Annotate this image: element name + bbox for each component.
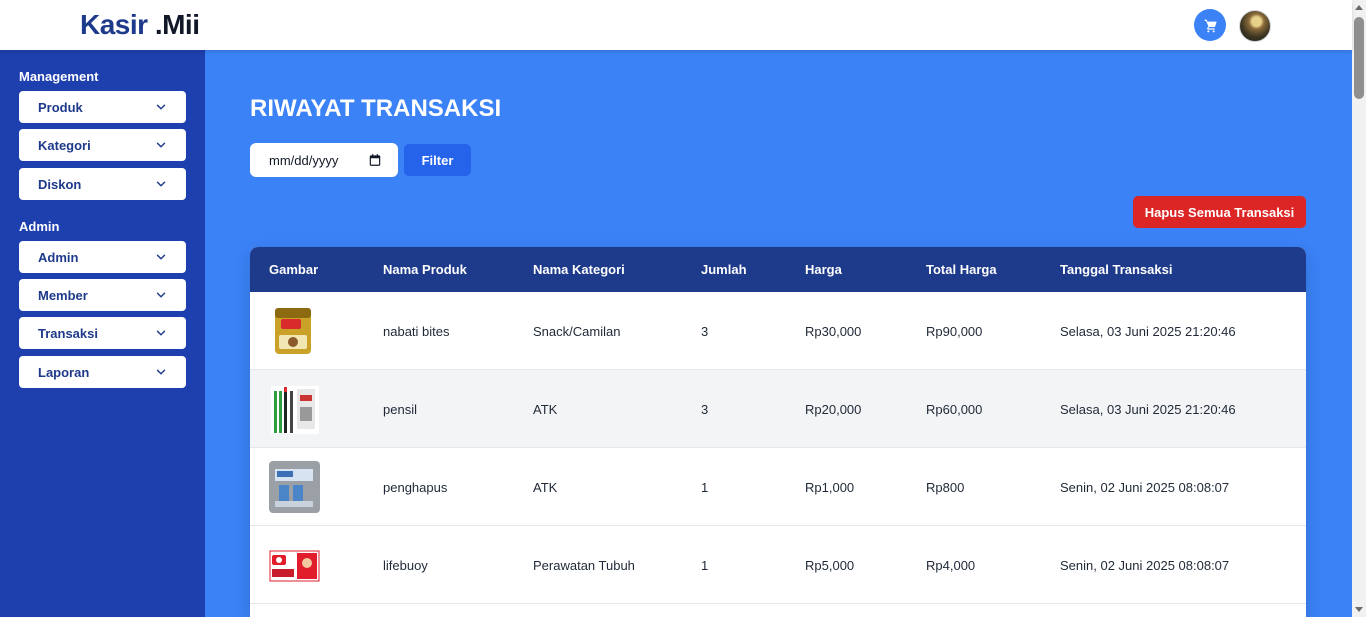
- cell-kategori: ATK: [533, 480, 558, 495]
- sidebar-item-produk[interactable]: Produk: [19, 91, 186, 123]
- date-filter-input[interactable]: mm/dd/yyyy: [250, 143, 398, 177]
- column-header-nama-kategori: Nama Kategori: [533, 262, 625, 277]
- app-logo[interactable]: Kasir .Mii: [80, 9, 200, 41]
- cell-total-harga: Rp4,000: [926, 558, 976, 573]
- penghapus-product-image: [269, 461, 320, 513]
- cell-tanggal: Selasa, 03 Juni 2025 21:20:46: [1060, 324, 1236, 339]
- column-header-total-harga: Total Harga: [926, 262, 997, 277]
- user-avatar[interactable]: [1239, 10, 1271, 42]
- sidebar-item-label: Produk: [38, 99, 83, 115]
- column-header-gambar: Gambar: [269, 262, 319, 277]
- transaction-table: Gambar Nama Produk Nama Kategori Jumlah …: [250, 247, 1306, 617]
- sidebar-item-label: Member: [38, 287, 88, 303]
- chevron-down-icon: [156, 292, 166, 298]
- sidebar-item-label: Diskon: [38, 176, 82, 192]
- scroll-down-arrow-icon[interactable]: [1355, 607, 1363, 612]
- pensil-product-image: [271, 386, 319, 434]
- sidebar-item-label: Laporan: [38, 364, 90, 380]
- cell-harga: Rp30,000: [805, 324, 862, 339]
- chevron-down-icon: [156, 254, 166, 260]
- cell-total-harga: Rp90,000: [926, 324, 983, 339]
- page-scrollbar[interactable]: [1352, 0, 1366, 617]
- section-title-admin: Admin: [19, 219, 60, 234]
- sidebar-item-member[interactable]: Member: [19, 279, 186, 311]
- top-header: Kasir .Mii: [0, 0, 1352, 50]
- scroll-up-arrow-icon[interactable]: [1355, 5, 1363, 10]
- scrollbar-thumb[interactable]: [1354, 17, 1364, 99]
- sidebar: Management Produk Kategori Diskon Admin …: [0, 50, 205, 617]
- cell-nama-produk: nabati bites: [383, 324, 450, 339]
- cell-kategori: ATK: [533, 402, 558, 417]
- chevron-down-icon: [156, 104, 166, 110]
- date-placeholder: mm/dd/yyyy: [269, 152, 339, 168]
- table-row: penghapus ATK 1 Rp1,000 Rp800 Senin, 02 …: [250, 448, 1306, 526]
- table-row: lifebuoy Perawatan Tubuh 1 Rp5,000 Rp4,0…: [250, 526, 1306, 604]
- cell-harga: Rp1,000: [805, 480, 855, 495]
- table-row: pensil ATK 3 Rp20,000 Rp60,000 Selasa, 0…: [250, 370, 1306, 448]
- calendar-icon[interactable]: [368, 153, 382, 167]
- sidebar-item-laporan[interactable]: Laporan: [19, 356, 186, 388]
- cell-tanggal: Selasa, 03 Juni 2025 21:20:46: [1060, 402, 1236, 417]
- section-title-management: Management: [19, 69, 99, 84]
- column-header-harga: Harga: [805, 262, 842, 277]
- logo-main: Kasir: [80, 9, 148, 40]
- column-header-tanggal: Tanggal Transaksi: [1060, 262, 1173, 277]
- cell-nama-produk: lifebuoy: [383, 558, 428, 573]
- chevron-down-icon: [156, 330, 166, 336]
- sidebar-item-admin[interactable]: Admin: [19, 241, 186, 273]
- cart-icon: [1204, 19, 1217, 33]
- filter-button[interactable]: Filter: [404, 144, 471, 176]
- lifebuoy-product-image: [269, 550, 320, 582]
- cell-total-harga: Rp60,000: [926, 402, 983, 417]
- table-header: Gambar Nama Produk Nama Kategori Jumlah …: [250, 247, 1306, 292]
- chevron-down-icon: [156, 369, 166, 375]
- nabati-bites-product-image: [275, 308, 311, 354]
- chevron-down-icon: [156, 181, 166, 187]
- cart-button[interactable]: [1194, 9, 1226, 41]
- cell-harga: Rp5,000: [805, 558, 855, 573]
- cell-jumlah: 1: [701, 480, 709, 495]
- sidebar-item-diskon[interactable]: Diskon: [19, 168, 186, 200]
- column-header-nama-produk: Nama Produk: [383, 262, 467, 277]
- sidebar-item-label: Kategori: [38, 137, 91, 153]
- cell-jumlah: 3: [701, 324, 709, 339]
- cell-jumlah: 3: [701, 402, 709, 417]
- delete-all-transactions-button[interactable]: Hapus Semua Transaksi: [1133, 196, 1306, 228]
- sidebar-item-kategori[interactable]: Kategori: [19, 129, 186, 161]
- sidebar-item-label: Transaksi: [38, 325, 98, 341]
- logo-suffix: .Mii: [154, 9, 200, 40]
- column-header-jumlah: Jumlah: [701, 262, 747, 277]
- cell-kategori: Perawatan Tubuh: [533, 558, 635, 573]
- table-row: nabati bites Snack/Camilan 3 Rp30,000 Rp…: [250, 292, 1306, 370]
- cell-tanggal: Senin, 02 Juni 2025 08:08:07: [1060, 480, 1230, 495]
- cell-total-harga: Rp800: [926, 480, 965, 495]
- cell-tanggal: Senin, 02 Juni 2025 08:08:07: [1060, 558, 1230, 573]
- cell-harga: Rp20,000: [805, 402, 862, 417]
- sidebar-item-label: Admin: [38, 249, 79, 265]
- cell-jumlah: 1: [701, 558, 709, 573]
- sidebar-item-transaksi[interactable]: Transaksi: [19, 317, 186, 349]
- page-title: RIWAYAT TRANSAKSI: [250, 95, 502, 122]
- chevron-down-icon: [156, 142, 166, 148]
- cell-kategori: Snack/Camilan: [533, 324, 621, 339]
- cell-nama-produk: pensil: [383, 402, 417, 417]
- cell-nama-produk: penghapus: [383, 480, 448, 495]
